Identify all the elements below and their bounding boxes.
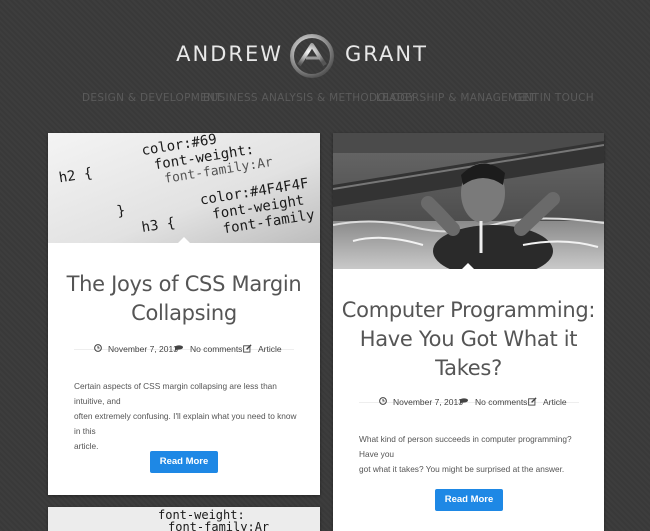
site-logo[interactable]: ANDREW GRANT <box>0 34 650 78</box>
logo-mark-icon <box>290 34 334 78</box>
post-excerpt: What kind of person succeeds in computer… <box>359 434 572 474</box>
thumbnail-notch <box>461 263 475 270</box>
nav-item-get-in-touch[interactable]: GET IN TOUCH <box>514 92 594 104</box>
post-date: November 7, 2013 <box>393 397 463 407</box>
read-more-button[interactable]: Read More <box>435 489 503 511</box>
post-category[interactable]: Article <box>543 395 567 409</box>
edit-icon <box>528 397 537 406</box>
code-image: color:#69 font-weight: font-family:Ar h2… <box>48 133 320 243</box>
post-title[interactable]: Computer Programming: Have You Got What … <box>333 296 604 383</box>
nav-item-design-development[interactable]: DESIGN & DEVELOPMENT <box>82 92 222 104</box>
site-header: ANDREW GRANT DESIGN & DEVELOPMENT BUSINE… <box>0 0 650 120</box>
clock-icon <box>379 397 387 405</box>
post-date: November 7, 2013 <box>108 344 178 354</box>
comments-icon <box>175 345 183 352</box>
post-card: font-weight: font-family:Ar <box>48 507 320 531</box>
post-excerpt: Certain aspects of CSS margin collapsing… <box>74 381 297 451</box>
post-comments-link[interactable]: No comments <box>475 395 527 409</box>
post-meta: November 7, 2013 No comments Article <box>333 395 604 409</box>
post-thumbnail[interactable]: font-weight: font-family:Ar <box>48 507 320 531</box>
post-card: color:#69 font-weight: font-family:Ar h2… <box>48 133 320 495</box>
post-card: Computer Programming: Have You Got What … <box>333 133 604 531</box>
post-meta: November 7, 2013 No comments Article <box>48 342 320 356</box>
edit-icon <box>243 344 252 353</box>
code-image: font-weight: font-family:Ar <box>48 507 320 531</box>
logo-text-first: ANDREW <box>176 42 283 66</box>
post-title[interactable]: The Joys of CSS Margin Collapsing <box>48 270 320 328</box>
comments-icon <box>460 398 468 405</box>
post-category[interactable]: Article <box>258 342 282 356</box>
main-nav: DESIGN & DEVELOPMENT BUSINESS ANALYSIS &… <box>0 92 650 106</box>
clock-icon <box>94 344 102 352</box>
thumbnail-notch <box>177 237 191 244</box>
photo-image <box>333 133 604 269</box>
logo-text-second: GRANT <box>345 42 428 66</box>
post-comments-link[interactable]: No comments <box>190 342 242 356</box>
read-more-button[interactable]: Read More <box>150 451 218 473</box>
post-thumbnail[interactable] <box>333 133 604 269</box>
post-thumbnail[interactable]: color:#69 font-weight: font-family:Ar h2… <box>48 133 320 243</box>
code-text: font-family:Ar <box>168 520 269 531</box>
